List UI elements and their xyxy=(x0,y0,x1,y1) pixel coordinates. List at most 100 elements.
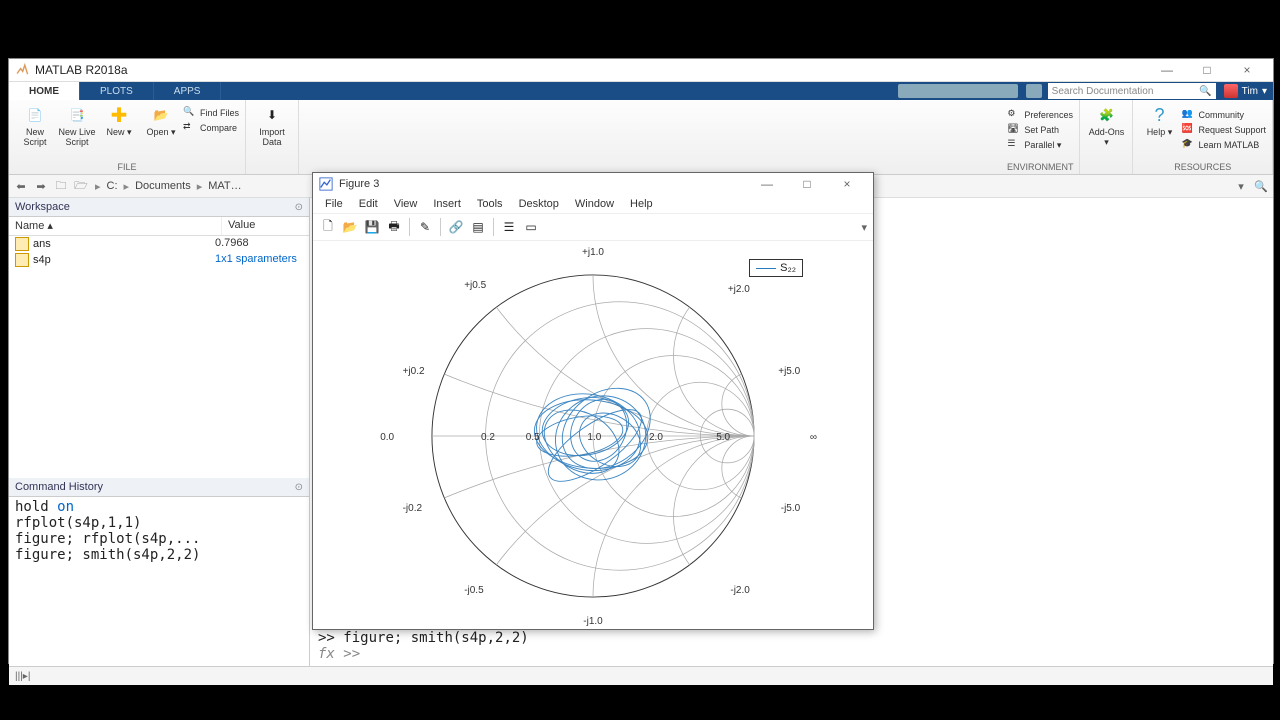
panel-menu-icon[interactable]: ⊙ xyxy=(295,202,303,213)
tab-apps[interactable]: APPS xyxy=(154,82,222,100)
maximize-button[interactable]: □ xyxy=(1187,60,1227,80)
menu-window[interactable]: Window xyxy=(569,198,620,210)
close-button[interactable]: × xyxy=(1227,60,1267,80)
menu-desktop[interactable]: Desktop xyxy=(513,198,565,210)
chart-label: -j2.0 xyxy=(730,585,749,596)
fig-minimize-button[interactable]: — xyxy=(747,174,787,194)
breadcrumb[interactable]: C: xyxy=(107,180,118,192)
legend-swatch xyxy=(756,268,776,269)
compare-button[interactable]: ⇄Compare xyxy=(183,121,239,135)
gear-icon: ⚙ xyxy=(1007,108,1021,122)
toolstrip-group-addons: 🧩 Add-Ons ▾ xyxy=(1080,100,1133,174)
workspace-row[interactable]: ans 0.7968 xyxy=(9,236,309,252)
addr-search-icon[interactable]: 🔍 xyxy=(1253,178,1269,194)
chart-label: +j5.0 xyxy=(778,366,800,377)
chart-label: -j1.0 xyxy=(583,616,602,627)
fig-close-button[interactable]: × xyxy=(827,174,867,194)
chart-label: -j5.0 xyxy=(781,503,800,514)
legend-icon[interactable]: ☰ xyxy=(500,218,518,236)
chart-label: -j0.5 xyxy=(464,585,483,596)
qat-more-icon[interactable] xyxy=(1026,84,1042,98)
breadcrumb[interactable]: Documents xyxy=(135,180,191,192)
import-icon: ⬇ xyxy=(261,104,283,126)
minimize-button[interactable]: — xyxy=(1147,60,1187,80)
menu-tools[interactable]: Tools xyxy=(471,198,509,210)
menu-insert[interactable]: Insert xyxy=(427,198,467,210)
nav-fwd-button[interactable]: ➡ xyxy=(33,178,49,194)
set-path-button[interactable]: 🛣Set Path xyxy=(1007,123,1073,137)
nav-back-button[interactable]: ⬅ xyxy=(13,178,29,194)
quick-access-toolbar[interactable] xyxy=(898,84,1018,98)
print-icon[interactable]: 🖶 xyxy=(385,218,403,236)
new-button[interactable]: ✚ New ▾ xyxy=(99,104,139,138)
addons-button[interactable]: 🧩 Add-Ons ▾ xyxy=(1086,104,1126,148)
find-files-icon: 🔍 xyxy=(183,106,197,120)
breadcrumb[interactable]: MAT… xyxy=(208,180,241,192)
help-button[interactable]: ? Help ▾ xyxy=(1139,104,1179,138)
nav-up-button[interactable]: 🗀 xyxy=(53,178,69,194)
new-script-icon: 📄 xyxy=(24,104,46,126)
community-button[interactable]: 👥Community xyxy=(1181,108,1266,122)
search-icon[interactable]: 🔍 xyxy=(1199,86,1211,97)
command-history-header[interactable]: Command History ⊙ xyxy=(9,478,309,497)
toolstrip-group-resources: ? Help ▾ 👥Community 🆘Request Support 🎓Le… xyxy=(1133,100,1273,174)
workspace-header[interactable]: Workspace ⊙ xyxy=(9,198,309,217)
history-line[interactable]: figure; smith(s4p,2,2) xyxy=(15,547,303,563)
panel-menu-icon[interactable]: ⊙ xyxy=(295,482,303,493)
workspace-row[interactable]: s4p 1x1 sparameters xyxy=(9,252,309,268)
learn-matlab-button[interactable]: 🎓Learn MATLAB xyxy=(1181,138,1266,152)
colorbar-icon[interactable]: ▤ xyxy=(469,218,487,236)
chart-label: 0.2 xyxy=(481,432,495,443)
tab-plots[interactable]: PLOTS xyxy=(80,82,154,100)
user-menu[interactable]: Tim ▾ xyxy=(1218,84,1273,98)
fig-maximize-button[interactable]: □ xyxy=(787,174,827,194)
history-line[interactable]: figure; rfplot(s4p,... xyxy=(15,531,303,547)
menu-edit[interactable]: Edit xyxy=(353,198,384,210)
request-support-button[interactable]: 🆘Request Support xyxy=(1181,123,1266,137)
edit-plot-icon[interactable]: ✎ xyxy=(416,218,434,236)
import-data-button[interactable]: ⬇ Import Data xyxy=(252,104,292,148)
figure-window[interactable]: Figure 3 — □ × File Edit View Insert Too… xyxy=(312,172,874,630)
search-input[interactable]: Search Documentation 🔍 xyxy=(1048,83,1216,99)
link-icon[interactable]: 🔗 xyxy=(447,218,465,236)
parallel-icon: ☰ xyxy=(1007,138,1021,152)
toolstrip-tabs: HOME PLOTS APPS Search Documentation 🔍 T… xyxy=(9,82,1273,100)
variable-icon xyxy=(15,253,29,267)
history-line[interactable]: rfplot(s4p,1,1) xyxy=(15,515,303,531)
axes-props-icon[interactable]: ▭ xyxy=(522,218,540,236)
open-button[interactable]: 📂 Open ▾ xyxy=(141,104,181,138)
preferences-button[interactable]: ⚙Preferences xyxy=(1007,108,1073,122)
parallel-button[interactable]: ☰Parallel ▾ xyxy=(1007,138,1073,152)
new-live-script-icon: 📑 xyxy=(66,104,88,126)
history-line[interactable]: hold on xyxy=(15,499,303,515)
figure-toolbar-more-icon[interactable]: ▾ xyxy=(861,221,867,234)
chart-label: 0.0 xyxy=(380,432,394,443)
toolstrip: 📄 New Script 📑 New Live Script ✚ New ▾ 📂… xyxy=(9,100,1273,175)
col-value[interactable]: Value xyxy=(222,217,261,235)
tab-home[interactable]: HOME xyxy=(9,82,80,100)
new-script-button[interactable]: 📄 New Script xyxy=(15,104,55,148)
chart-legend[interactable]: S₂₂ xyxy=(749,259,803,277)
chart-label: 1.0 xyxy=(587,432,601,443)
col-name[interactable]: Name ▴ xyxy=(9,217,222,235)
addr-dropdown-icon[interactable]: ▾ xyxy=(1233,178,1249,194)
figure-titlebar[interactable]: Figure 3 — □ × xyxy=(313,173,873,195)
open-figure-icon[interactable]: 📂 xyxy=(341,218,359,236)
menu-help[interactable]: Help xyxy=(624,198,659,210)
menu-file[interactable]: File xyxy=(319,198,349,210)
command-prompt[interactable]: fx >> xyxy=(318,646,1265,662)
menu-view[interactable]: View xyxy=(388,198,424,210)
save-figure-icon[interactable]: 💾 xyxy=(363,218,381,236)
chart-label: 2.0 xyxy=(649,432,663,443)
new-live-script-button[interactable]: 📑 New Live Script xyxy=(57,104,97,148)
nav-browse-button[interactable]: 🗁 xyxy=(73,178,89,194)
new-figure-icon[interactable]: 🗋 xyxy=(319,218,337,236)
addons-icon: 🧩 xyxy=(1095,104,1117,126)
toolstrip-group-file: 📄 New Script 📑 New Live Script ✚ New ▾ 📂… xyxy=(9,100,246,174)
figure-axes[interactable]: S₂₂ +j1.0 +j0.5 +j2.0 +j0.2 +j5.0 0.0 ∞ … xyxy=(313,241,873,631)
variable-icon xyxy=(15,237,29,251)
command-history-panel: Command History ⊙ hold on rfplot(s4p,1,1… xyxy=(9,478,309,666)
find-files-button[interactable]: 🔍Find Files xyxy=(183,106,239,120)
toolstrip-group-environment: ⚙Preferences 🛣Set Path ☰Parallel ▾ ENVIR… xyxy=(1001,100,1081,174)
chart-label: +j1.0 xyxy=(582,247,604,258)
